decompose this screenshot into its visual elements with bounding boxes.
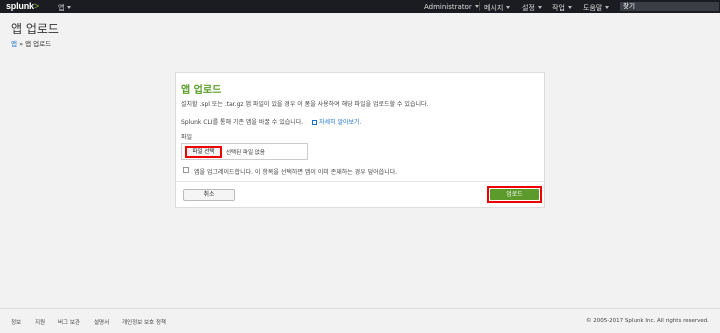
footer-link-file-bug[interactable]: 버그 보관 — [58, 318, 80, 326]
cancel-button[interactable]: 취소 — [183, 189, 235, 201]
search-input[interactable]: 찾기 — [620, 2, 719, 11]
footer-divider — [0, 308, 720, 309]
splunk-logo[interactable]: splunk> — [6, 1, 39, 11]
breadcrumb-separator: » — [19, 40, 24, 48]
choose-file-button[interactable]: 파일 선택 — [185, 146, 222, 158]
upgrade-app-label[interactable]: 앱을 업그레이드합니다. 이 항목을 선택하면 앱이 이미 존재하는 경우 덮어… — [194, 167, 397, 176]
panel-divider — [176, 181, 544, 182]
upload-button-highlight: 업로드 — [487, 186, 542, 203]
footer-link-about[interactable]: 정보 — [11, 318, 21, 326]
learn-more-link[interactable]: 자세히 알아보기. — [312, 117, 361, 126]
cli-text: Splunk CLI를 통해 기존 앱을 바꿀 수 있습니다. — [181, 119, 304, 126]
breadcrumb-current: 앱 업로드 — [25, 40, 52, 48]
external-link-icon — [312, 120, 317, 125]
chevron-down-icon — [605, 6, 610, 9]
panel-description: 설치할 .spl 또는 .tar.gz 앱 파일이 있을 경우 이 폼을 사용하… — [181, 101, 429, 108]
footer-link-support[interactable]: 지원 — [35, 318, 45, 326]
chevron-down-icon — [67, 6, 72, 9]
nav-help[interactable]: 도움말 — [583, 3, 610, 13]
nav-settings-label: 설정 — [522, 4, 535, 12]
footer-link-privacy-policy[interactable]: 개인정보 보호 정책 — [122, 318, 166, 326]
chevron-down-icon — [567, 6, 572, 9]
logo-text: splunk — [6, 1, 34, 11]
nav-separator — [479, 2, 480, 11]
search-placeholder: 찾기 — [623, 2, 635, 10]
top-navigation-bar: splunk> 앱 Administrator 메시지 설정 작업 도움말 찾기 — [0, 0, 720, 13]
nav-messages[interactable]: 메시지 — [484, 3, 511, 13]
nav-messages-label: 메시지 — [484, 4, 504, 12]
nav-activity-label: 작업 — [552, 4, 565, 12]
chevron-down-icon — [506, 6, 511, 9]
app-menu[interactable]: 앱 — [58, 3, 72, 13]
learn-more-label: 자세히 알아보기. — [319, 119, 362, 126]
app-menu-label: 앱 — [58, 4, 65, 12]
upload-button[interactable]: 업로드 — [490, 189, 539, 200]
footer-link-documentation[interactable]: 설명서 — [94, 318, 109, 326]
copyright-text: © 2005-2017 Splunk Inc. All rights reser… — [585, 318, 709, 324]
nav-administrator-label: Administrator — [424, 3, 472, 11]
nav-administrator[interactable]: Administrator — [424, 3, 479, 11]
file-label: 파일 — [181, 134, 193, 141]
file-input[interactable]: 파일 선택 선택된 파일 없음 — [181, 143, 308, 160]
breadcrumb: 앱 » 앱 업로드 — [11, 38, 51, 48]
upload-app-panel: 앱 업로드 설치할 .spl 또는 .tar.gz 앱 파일이 있을 경우 이 … — [175, 72, 545, 208]
upgrade-app-checkbox[interactable] — [183, 167, 189, 173]
panel-title: 앱 업로드 — [181, 85, 222, 96]
no-file-selected-text: 선택된 파일 없음 — [226, 150, 265, 156]
nav-help-label: 도움말 — [583, 4, 603, 12]
page-title: 앱 업로드 — [11, 22, 59, 36]
logo-suffix: > — [33, 1, 39, 11]
chevron-down-icon — [537, 6, 542, 9]
nav-settings[interactable]: 설정 — [522, 3, 542, 13]
breadcrumb-apps-link[interactable]: 앱 — [11, 40, 17, 48]
nav-activity[interactable]: 작업 — [552, 3, 572, 13]
